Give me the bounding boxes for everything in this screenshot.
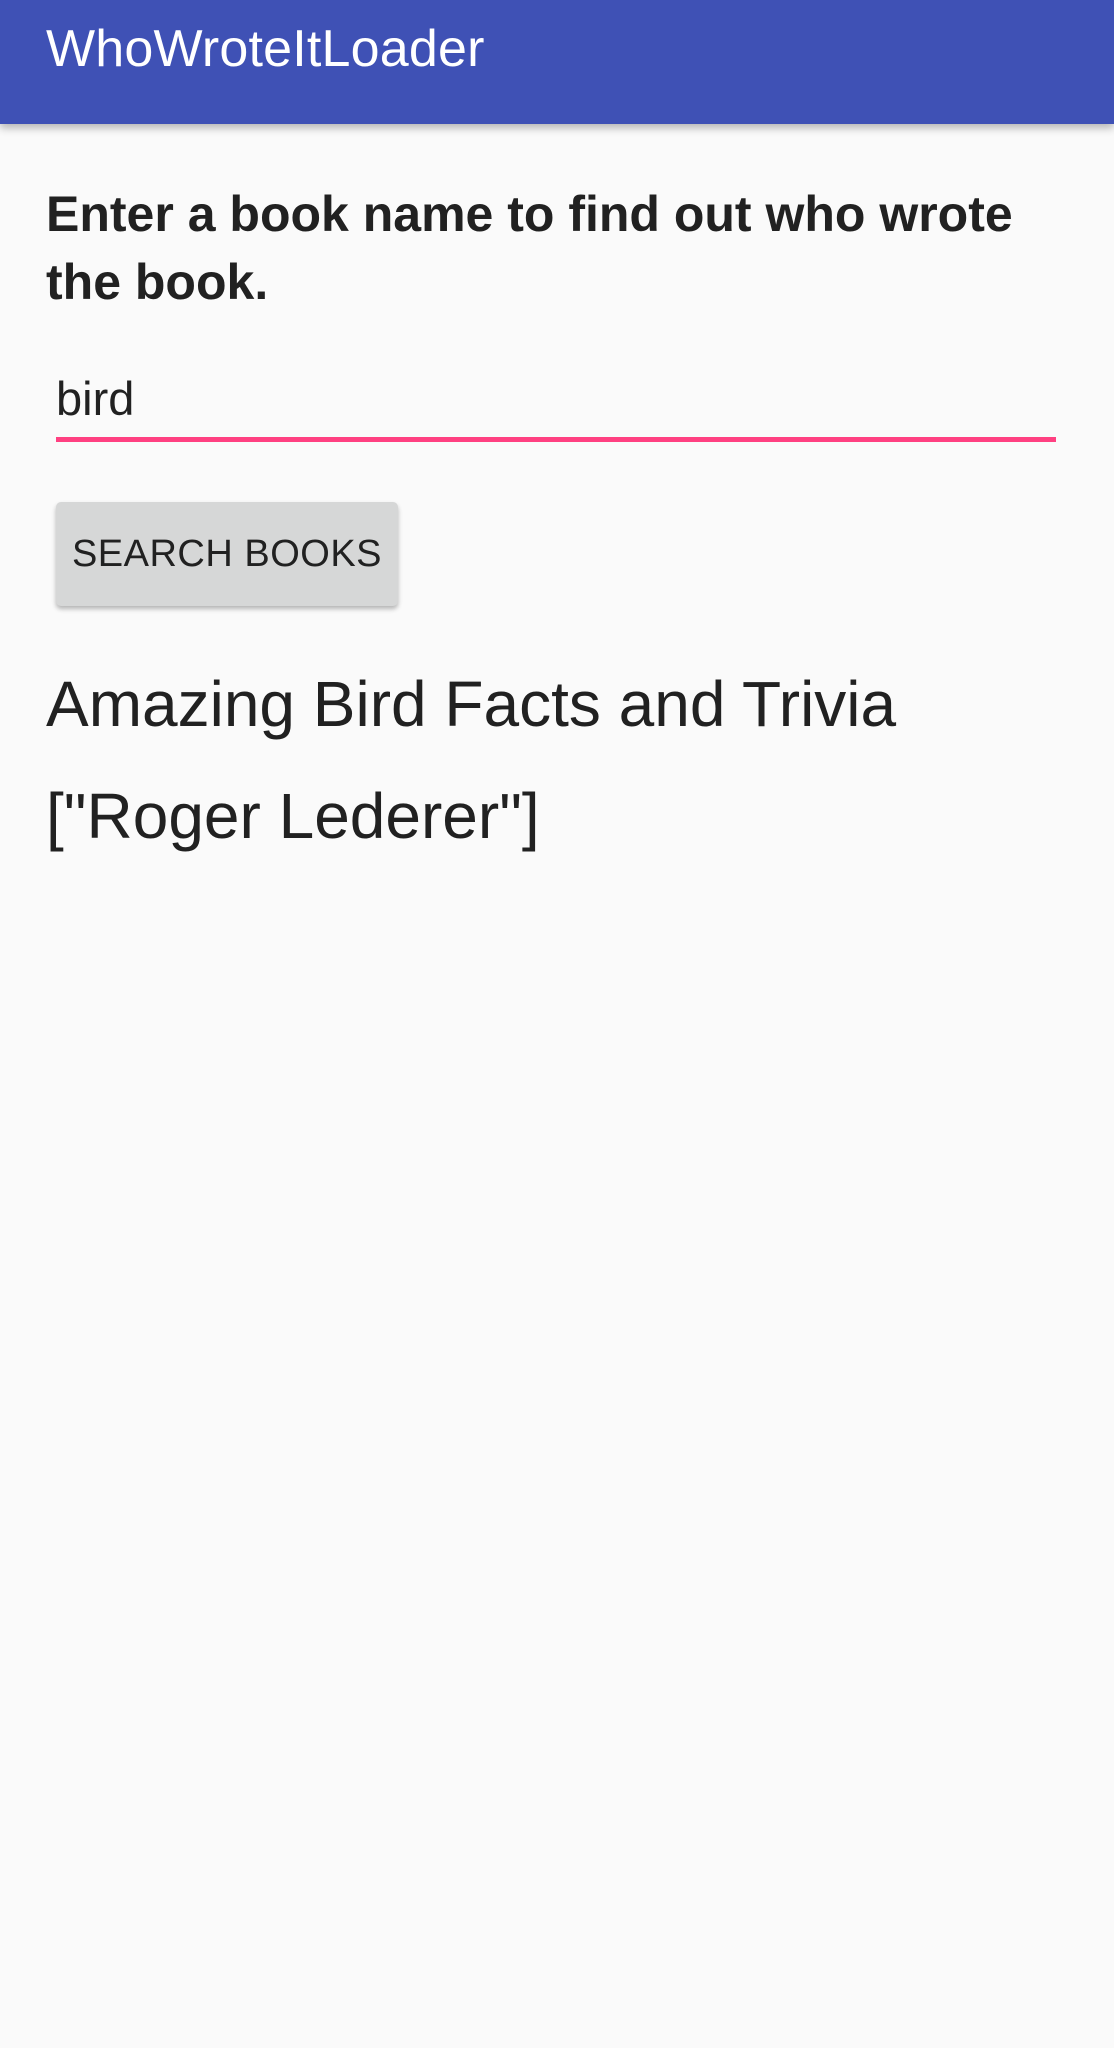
book-search-input[interactable] xyxy=(56,360,1056,442)
result-book-title: Amazing Bird Facts and Trivia xyxy=(46,668,897,740)
instructions-text: Enter a book name to find out who wrote … xyxy=(46,186,1013,310)
main-content: Enter a book name to find out who wrote … xyxy=(0,124,1114,2048)
search-books-button[interactable]: Search Books xyxy=(56,502,398,606)
result-book-authors: ["Roger Lederer"] xyxy=(46,780,540,852)
app-title: WhoWroteItLoader xyxy=(46,20,485,78)
app-bar: WhoWroteItLoader xyxy=(0,0,1114,124)
